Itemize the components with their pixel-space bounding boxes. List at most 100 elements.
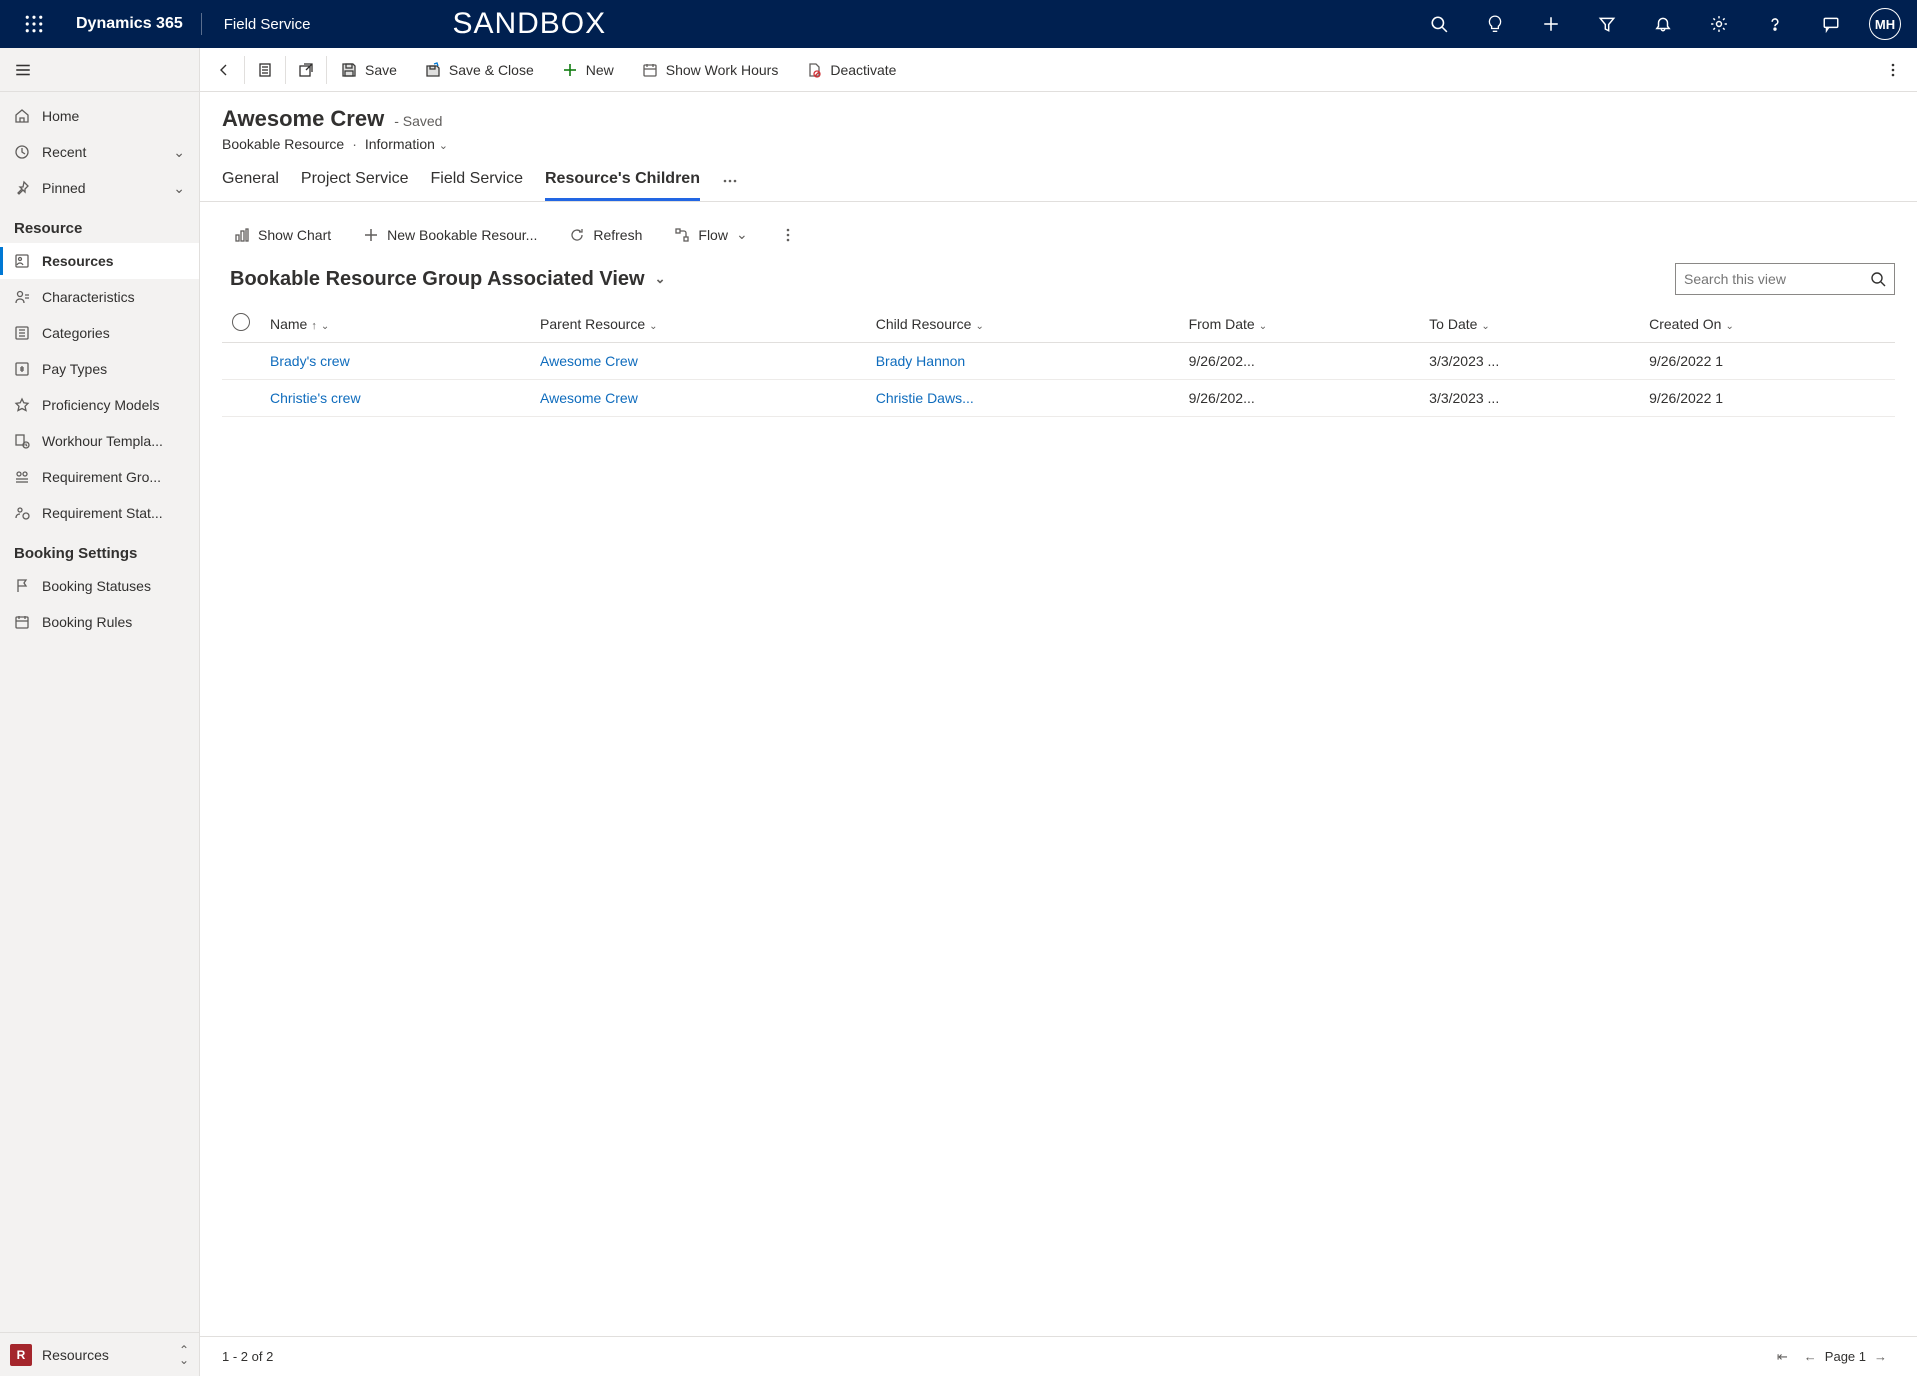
app-name-label[interactable]: Field Service xyxy=(210,16,325,33)
sidebar-item-recent[interactable]: Recent ⌄ xyxy=(0,134,199,170)
cell-name[interactable]: Christie's crew xyxy=(260,380,530,417)
new-label: New xyxy=(586,62,614,78)
home-icon xyxy=(14,108,30,124)
hamburger-icon[interactable] xyxy=(14,61,32,79)
help-icon[interactable] xyxy=(1751,0,1799,48)
cell-child[interactable]: Brady Hannon xyxy=(866,343,1179,380)
open-new-window-button[interactable] xyxy=(286,48,326,92)
refresh-button[interactable]: Refresh xyxy=(557,221,654,249)
sidebar-item-proficiency-models[interactable]: Proficiency Models xyxy=(0,387,199,423)
sidebar-item-label: Booking Rules xyxy=(42,614,132,630)
notification-icon[interactable] xyxy=(1639,0,1687,48)
cell-name[interactable]: Brady's crew xyxy=(260,343,530,380)
cell-parent[interactable]: Awesome Crew xyxy=(530,380,866,417)
sidebar-item-resources[interactable]: Resources xyxy=(0,243,199,279)
save-close-label: Save & Close xyxy=(449,62,534,78)
sidebar-item-label: Recent xyxy=(42,144,86,160)
flag-icon xyxy=(14,578,30,594)
save-close-button[interactable]: Save & Close xyxy=(411,48,548,92)
deactivate-icon xyxy=(806,62,822,78)
table-row[interactable]: Christie's crew Awesome Crew Christie Da… xyxy=(222,380,1895,417)
select-all-checkbox[interactable] xyxy=(222,305,260,343)
new-button[interactable]: New xyxy=(548,48,628,92)
column-header-parent-resource[interactable]: Parent Resource⌄ xyxy=(530,305,866,343)
back-button[interactable] xyxy=(204,48,244,92)
sidebar-item-requirement-group[interactable]: Requirement Gro... xyxy=(0,459,199,495)
lightbulb-icon[interactable] xyxy=(1471,0,1519,48)
column-header-from-date[interactable]: From Date⌄ xyxy=(1179,305,1420,343)
show-chart-button[interactable]: Show Chart xyxy=(222,221,343,249)
sidebar-item-booking-rules[interactable]: Booking Rules xyxy=(0,604,199,640)
form-selector[interactable]: Information ⌄ xyxy=(365,136,448,152)
table-row[interactable]: Brady's crew Awesome Crew Brady Hannon 9… xyxy=(222,343,1895,380)
chevron-down-icon: ⌄ xyxy=(173,180,185,197)
tab-resources-children[interactable]: Resource's Children xyxy=(545,170,700,201)
row-select[interactable] xyxy=(222,380,260,417)
sidebar-item-label: Workhour Templa... xyxy=(42,433,163,449)
column-header-child-resource[interactable]: Child Resource⌄ xyxy=(866,305,1179,343)
template-icon xyxy=(14,433,30,449)
settings-icon[interactable] xyxy=(1695,0,1743,48)
view-selector[interactable]: Bookable Resource Group Associated View … xyxy=(222,268,665,291)
area-switcher[interactable]: R Resources ⌃⌄ xyxy=(0,1332,199,1376)
save-button[interactable]: Save xyxy=(327,48,411,92)
assistant-icon[interactable] xyxy=(1807,0,1855,48)
sidebar-item-categories[interactable]: Categories xyxy=(0,315,199,351)
plus-icon xyxy=(562,62,578,78)
search-icon[interactable] xyxy=(1415,0,1463,48)
sidebar-item-characteristics[interactable]: Characteristics xyxy=(0,279,199,315)
tab-field-service[interactable]: Field Service xyxy=(431,170,523,201)
sidebar-item-label: Categories xyxy=(42,325,110,341)
sidebar-item-booking-statuses[interactable]: Booking Statuses xyxy=(0,568,199,604)
brand-label[interactable]: Dynamics 365 xyxy=(66,15,193,33)
cell-created-on: 9/26/2022 1 xyxy=(1639,380,1895,417)
add-icon[interactable] xyxy=(1527,0,1575,48)
tab-general[interactable]: General xyxy=(222,170,279,201)
sidebar-item-home[interactable]: Home xyxy=(0,98,199,134)
group-icon xyxy=(14,469,30,485)
deactivate-button[interactable]: Deactivate xyxy=(792,48,910,92)
view-title-label: Bookable Resource Group Associated View xyxy=(230,268,645,291)
avatar[interactable]: MH xyxy=(1869,8,1901,40)
app-launcher-icon[interactable] xyxy=(10,0,58,48)
tab-overflow-button[interactable] xyxy=(722,173,738,199)
new-bookable-resource-button[interactable]: New Bookable Resour... xyxy=(351,221,549,249)
sidebar-item-pinned[interactable]: Pinned ⌄ xyxy=(0,170,199,206)
cell-from-date: 9/26/202... xyxy=(1179,380,1420,417)
search-input[interactable] xyxy=(1684,271,1870,287)
column-header-name[interactable]: Name↑⌄ xyxy=(260,305,530,343)
sidebar-item-requirement-status[interactable]: Requirement Stat... xyxy=(0,495,199,531)
record-saved-status: - Saved xyxy=(394,113,442,129)
pay-icon xyxy=(14,361,30,377)
cell-child[interactable]: Christie Daws... xyxy=(866,380,1179,417)
command-bar: Save Save & Close New Show Work Hours De… xyxy=(200,48,1917,92)
sidebar-item-label: Pay Types xyxy=(42,361,107,377)
column-header-created-on[interactable]: Created On⌄ xyxy=(1639,305,1895,343)
cell-parent[interactable]: Awesome Crew xyxy=(530,343,866,380)
pin-icon xyxy=(14,180,30,196)
subgrid-overflow-button[interactable] xyxy=(768,221,808,249)
sidebar: Home Recent ⌄ Pinned ⌄ Resource Resource… xyxy=(0,48,200,1376)
sidebar-item-workhour-template[interactable]: Workhour Templa... xyxy=(0,423,199,459)
prev-page-button[interactable]: ← xyxy=(1796,1345,1825,1368)
row-select[interactable] xyxy=(222,343,260,380)
open-record-set-button[interactable] xyxy=(245,48,285,92)
flow-icon xyxy=(674,227,690,243)
filter-icon[interactable] xyxy=(1583,0,1631,48)
cell-created-on: 9/26/2022 1 xyxy=(1639,343,1895,380)
column-header-to-date[interactable]: To Date⌄ xyxy=(1419,305,1639,343)
save-icon xyxy=(341,62,357,78)
first-page-button[interactable]: ⇤ xyxy=(1769,1345,1796,1369)
entity-label: Bookable Resource xyxy=(222,136,344,152)
flow-button[interactable]: Flow ⌄ xyxy=(662,220,759,249)
tab-project-service[interactable]: Project Service xyxy=(301,170,409,201)
search-icon[interactable] xyxy=(1870,271,1886,287)
search-input-container xyxy=(1675,263,1895,295)
sidebar-item-pay-types[interactable]: Pay Types xyxy=(0,351,199,387)
refresh-icon xyxy=(569,227,585,243)
command-overflow-button[interactable] xyxy=(1873,48,1913,92)
next-page-button[interactable]: → xyxy=(1866,1345,1895,1368)
calendar-icon xyxy=(14,614,30,630)
show-work-hours-button[interactable]: Show Work Hours xyxy=(628,48,793,92)
cell-to-date: 3/3/2023 ... xyxy=(1419,343,1639,380)
